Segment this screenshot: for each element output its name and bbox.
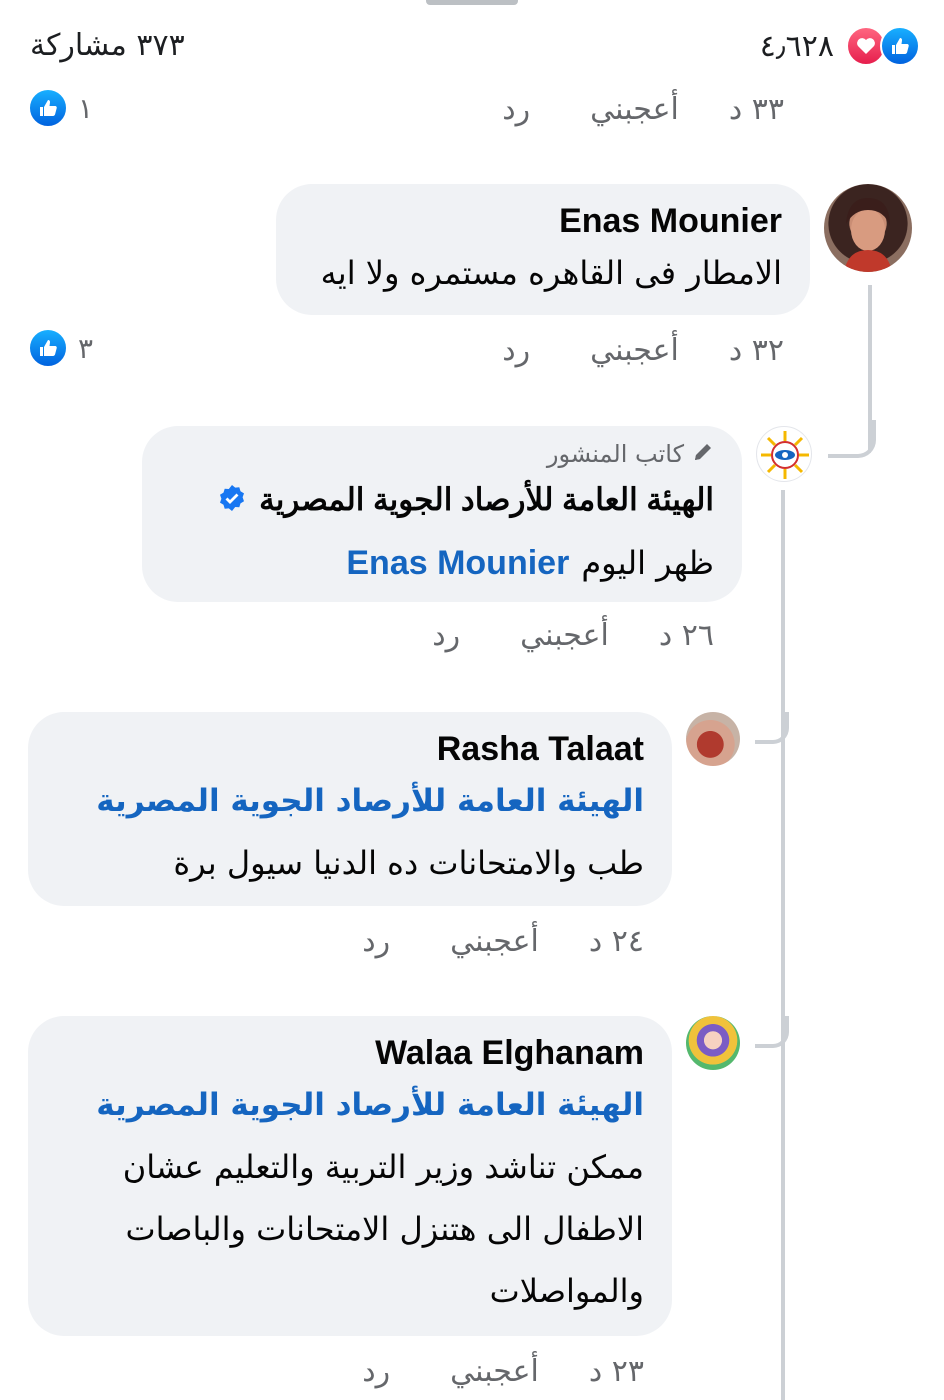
verified-badge-icon <box>217 483 247 517</box>
reactions-count: ٤٫٦٢٨ <box>759 28 834 64</box>
comment-author[interactable]: Enas Mounier <box>559 202 782 241</box>
like-button[interactable]: أعجبني <box>450 924 539 959</box>
avatar[interactable] <box>686 712 740 766</box>
comment-bubble: Walaa Elghanam الهيئة العامة للأرصاد الج… <box>28 1016 672 1336</box>
comment-actions: ٢٦ د أعجبني رد <box>432 618 714 653</box>
comment-author[interactable]: الهيئة العامة للأرصاد الجوية المصرية <box>259 482 714 518</box>
author-badge: كاتب المنشور <box>547 440 714 468</box>
comment-bubble: كاتب المنشور الهيئة العامة للأرصاد الجوي… <box>142 426 742 602</box>
shares-count[interactable]: ٣٧٣ مشاركة <box>30 28 185 63</box>
avatar[interactable] <box>686 1016 740 1070</box>
reply-button[interactable]: رد <box>362 924 390 959</box>
comment-author[interactable]: Walaa Elghanam <box>375 1034 644 1073</box>
comment-time: ٢٦ د <box>658 618 714 653</box>
comment-text: ظهر اليوم <box>581 544 714 582</box>
mention-link[interactable]: الهيئة العامة للأرصاد الجوية المصرية <box>96 770 644 832</box>
avatar[interactable] <box>756 426 812 482</box>
comment-like-count[interactable]: ١ <box>28 88 93 128</box>
comment-text-line: والمواصلات <box>489 1272 644 1310</box>
comment-actions: ٣٢ د أعجبني رد <box>502 333 784 368</box>
thread-connector <box>755 1016 789 1048</box>
like-button[interactable]: أعجبني <box>590 333 679 368</box>
reply-button[interactable]: رد <box>432 618 460 653</box>
reactions-summary[interactable]: ٤٫٦٢٨ <box>760 26 920 66</box>
like-button[interactable]: أعجبني <box>450 1354 539 1389</box>
comment-text: الامطار فى القاهره مستمره ولا ايه <box>320 254 782 292</box>
like-button[interactable]: أعجبني <box>520 618 609 653</box>
comment-text-line: ممكن تناشد وزير التربية والتعليم عشان <box>122 1148 644 1186</box>
like-icon <box>28 328 68 368</box>
like-icon <box>880 26 920 66</box>
comment-text-line: الاطفال الى هتنزل الامتحانات والباصات <box>125 1210 644 1248</box>
comment-author[interactable]: Rasha Talaat <box>437 730 644 769</box>
drag-handle[interactable] <box>426 0 518 5</box>
reply-button[interactable]: رد <box>362 1354 390 1389</box>
comment-time: ٣٢ د <box>728 333 784 368</box>
pencil-icon <box>692 441 714 467</box>
thread-line <box>781 490 785 1400</box>
comment-text: طب والامتحانات ده الدنيا سيول برة <box>173 844 644 882</box>
comment-actions: ٢٤ د أعجبني رد <box>362 924 644 959</box>
comment-bubble: Enas Mounier الامطار فى القاهره مستمره و… <box>276 184 810 315</box>
thread-connector <box>755 712 789 744</box>
comment-actions: ٣٣ د أعجبني رد <box>502 92 784 127</box>
comment-time: ٢٤ د <box>588 924 644 959</box>
reply-button[interactable]: رد <box>502 92 530 127</box>
comment-actions: ٢٣ د أعجبني رد <box>362 1354 644 1389</box>
comment-time: ٣٣ د <box>728 92 784 127</box>
thread-connector <box>828 420 876 458</box>
like-icon <box>28 88 68 128</box>
like-button[interactable]: أعجبني <box>590 92 679 127</box>
comment-like-count[interactable]: ٣ <box>28 328 93 368</box>
comment-bubble: Rasha Talaat الهيئة العامة للأرصاد الجوي… <box>28 712 672 906</box>
avatar[interactable] <box>824 184 912 272</box>
mention-link[interactable]: الهيئة العامة للأرصاد الجوية المصرية <box>96 1074 644 1136</box>
mention-link[interactable]: Enas Mounier <box>346 544 569 583</box>
reply-button[interactable]: رد <box>502 333 530 368</box>
comment-time: ٢٣ د <box>588 1354 644 1389</box>
